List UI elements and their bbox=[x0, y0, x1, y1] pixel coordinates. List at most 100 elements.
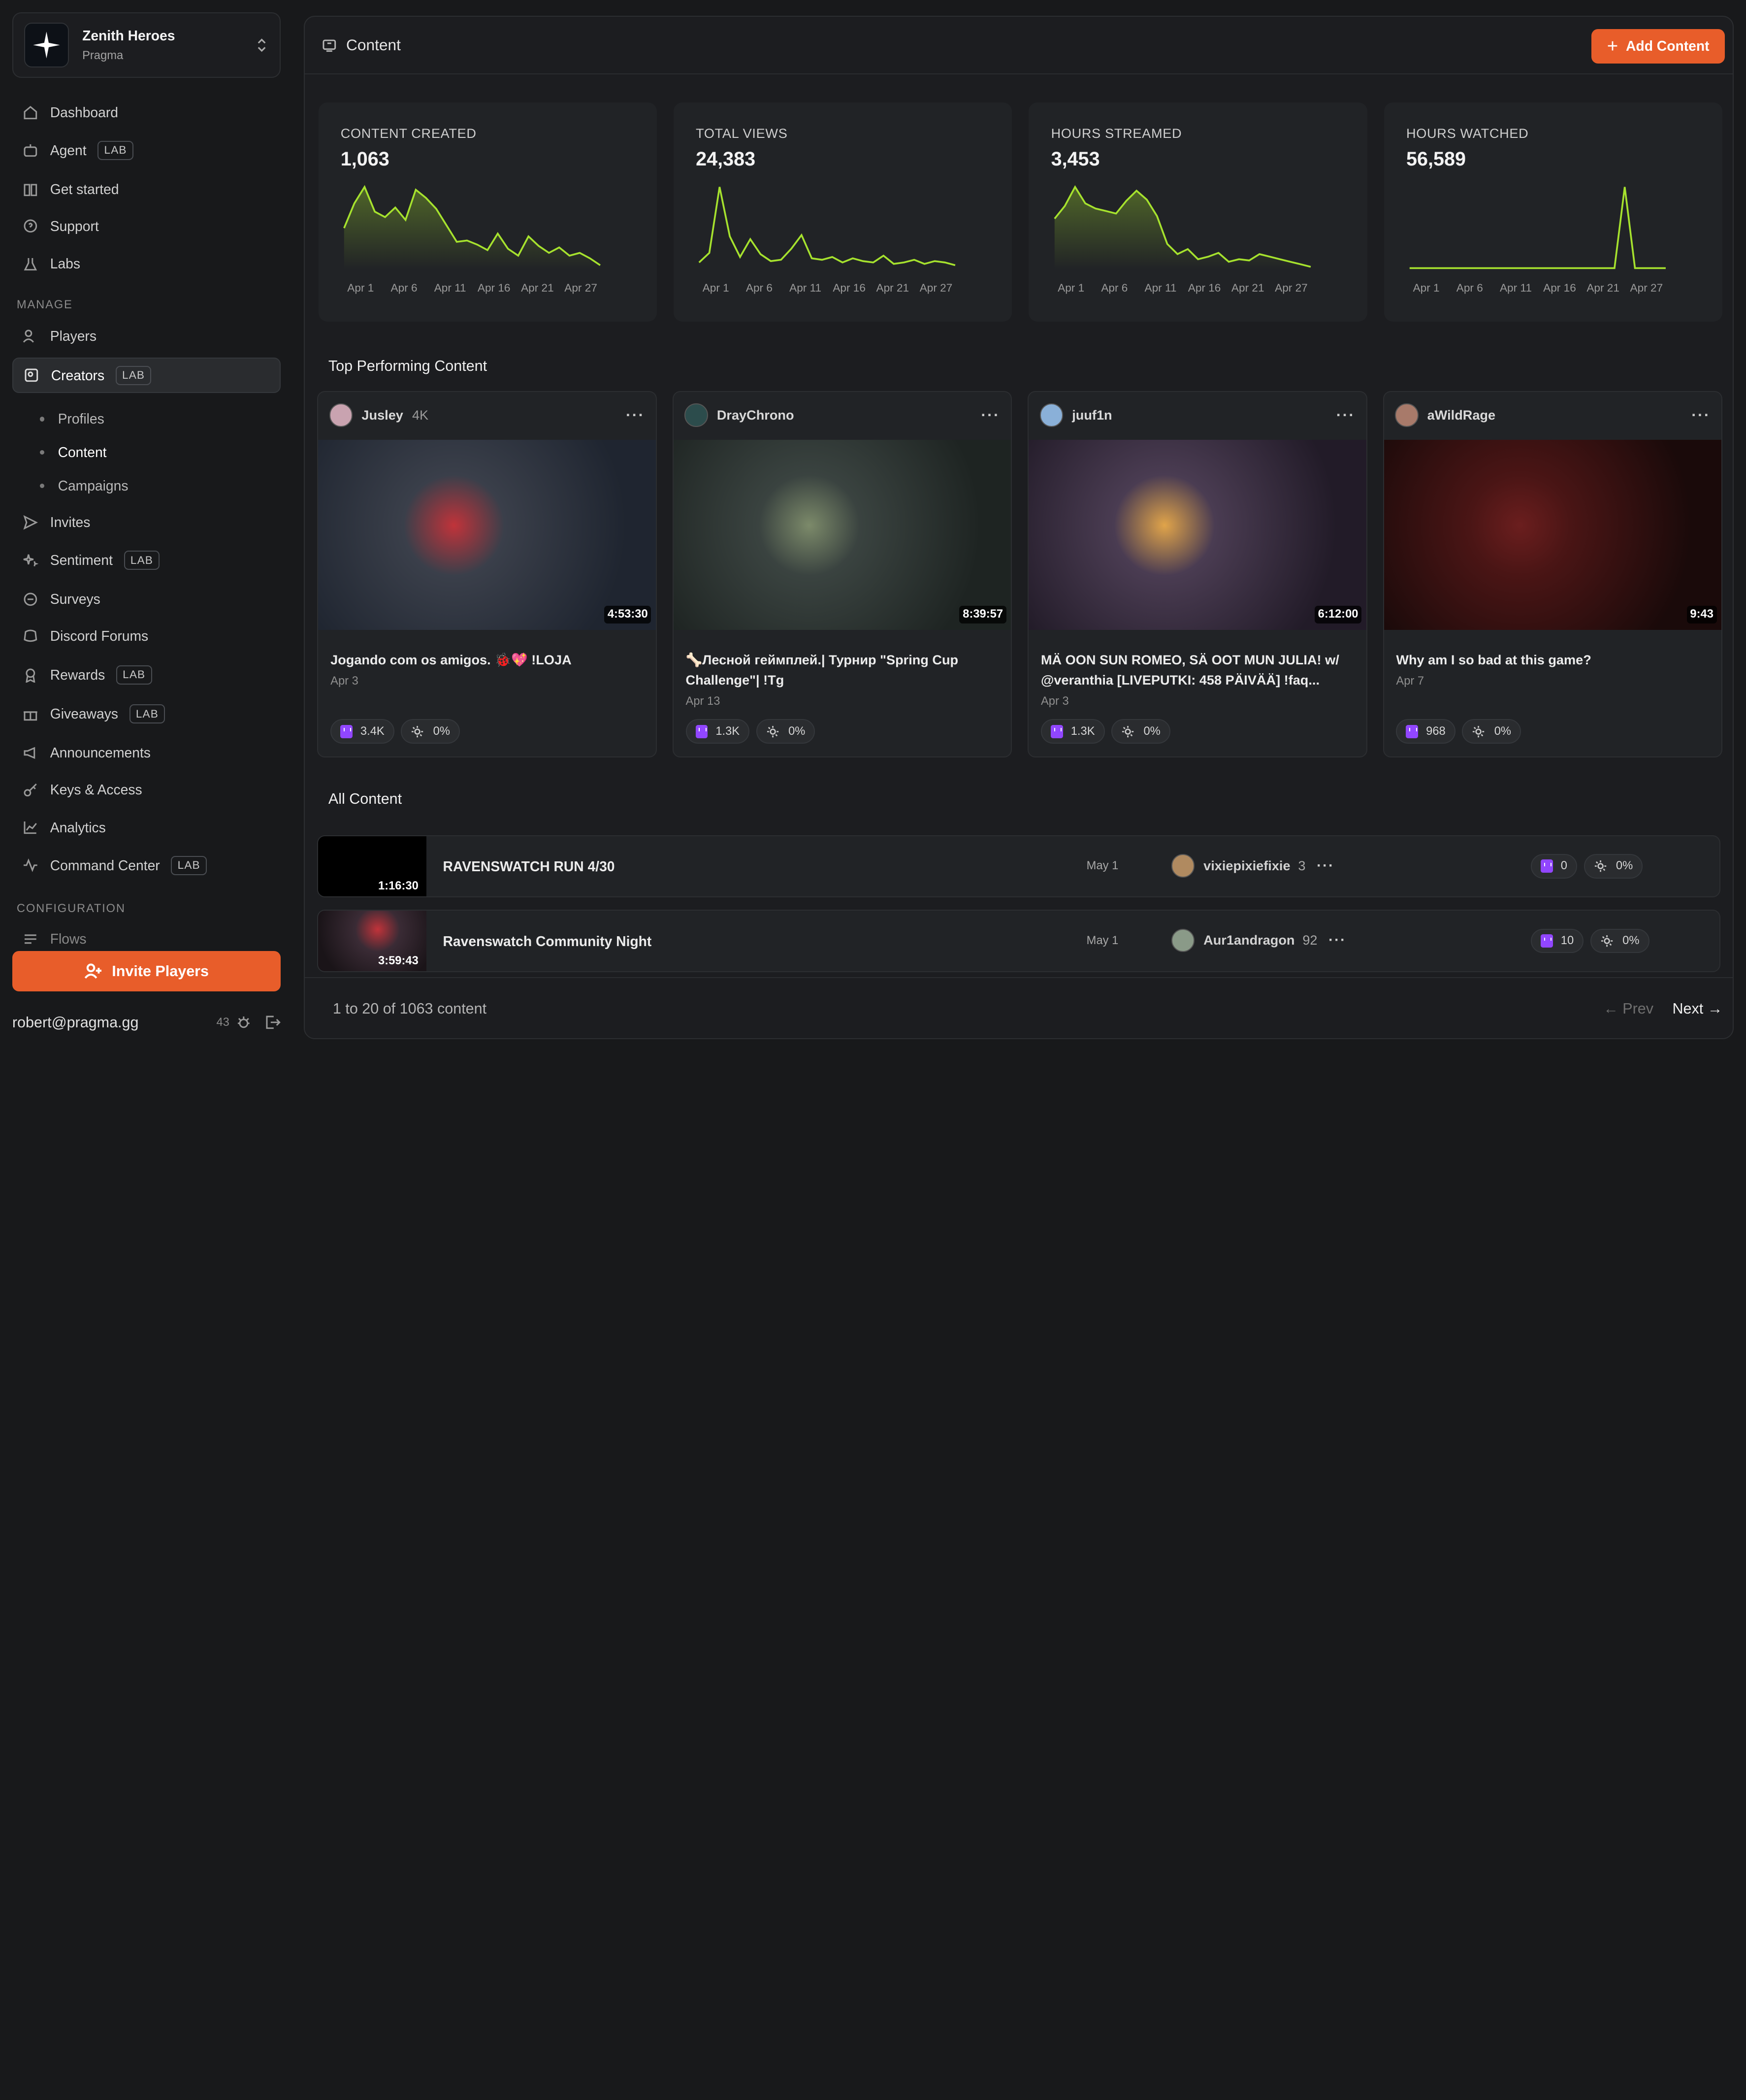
sidebar-item-label: Announcements bbox=[50, 745, 151, 761]
content-title[interactable]: MÄ OON SUN ROMEO, SÄ OOT MUN JULIA! w/ @… bbox=[1041, 650, 1354, 690]
content-card[interactable]: juuf1n ··· 6:12:00 MÄ OON SUN ROMEO, SÄ … bbox=[1028, 391, 1367, 757]
lab-badge: LAB bbox=[97, 140, 133, 160]
more-options-icon[interactable]: ··· bbox=[1691, 406, 1710, 424]
add-content-button[interactable]: + Add Content bbox=[1591, 29, 1725, 64]
creator-name[interactable]: juuf1n bbox=[1072, 407, 1112, 423]
chart-tick-label: Apr 21 bbox=[876, 281, 909, 294]
add-content-label: Add Content bbox=[1626, 38, 1710, 54]
prev-button[interactable]: ← Prev bbox=[1603, 1000, 1653, 1017]
sidebar-item-giveaways[interactable]: Giveaways LAB bbox=[12, 696, 281, 731]
invite-players-button[interactable]: Invite Players bbox=[12, 951, 281, 991]
sidebar-item-surveys[interactable]: Surveys bbox=[12, 582, 281, 617]
row-creator: vixiepixiefixie 3 ··· bbox=[1171, 854, 1335, 878]
sidebar-subitem-label: Content bbox=[58, 444, 107, 460]
sidebar-item-agent[interactable]: Agent LAB bbox=[12, 132, 281, 168]
sidebar-item-creators[interactable]: Creators LAB bbox=[12, 357, 281, 394]
sidebar-item-announcements[interactable]: Announcements bbox=[12, 735, 281, 771]
engagement-pill: 0% bbox=[1111, 719, 1170, 744]
more-options-icon[interactable]: ··· bbox=[1336, 406, 1355, 424]
workspace-switcher[interactable]: Zenith Heroes Pragma bbox=[12, 12, 281, 78]
twitch-icon bbox=[1541, 859, 1553, 873]
table-row[interactable]: 3:59:43 Ravenswatch Community Night May … bbox=[317, 910, 1720, 973]
chart-tick-label: Apr 16 bbox=[1543, 281, 1576, 294]
creator-avatar bbox=[1171, 854, 1195, 878]
configuration-section-label: CONFIGURATION bbox=[16, 902, 126, 915]
chart-x-ticks: Apr 1 Apr 6 Apr 11 Apr 16 Apr 21 Apr 27 bbox=[703, 282, 992, 297]
sidebar-item-get-started[interactable]: Get started bbox=[12, 171, 281, 207]
sidebar-item-sentiment[interactable]: Sentiment LAB bbox=[12, 542, 281, 578]
chart-tick-label: Apr 16 bbox=[477, 281, 511, 294]
sidebar: Zenith Heroes Pragma Dashboard Agent LAB… bbox=[0, 0, 294, 1050]
chart-tick-label: Apr 11 bbox=[789, 281, 822, 294]
next-button[interactable]: Next → bbox=[1672, 1000, 1722, 1017]
views-pill: 10 bbox=[1531, 928, 1584, 953]
lab-badge: LAB bbox=[129, 704, 165, 724]
sidebar-item-players[interactable]: Players bbox=[12, 319, 281, 354]
content-card[interactable]: aWildRage ··· 9:43 Why am I so bad at th… bbox=[1383, 391, 1723, 757]
video-thumbnail[interactable]: 8:39:57 bbox=[673, 439, 1011, 630]
content-title[interactable]: Jogando com os amigos. 🐞💖 !LOJA bbox=[330, 650, 644, 670]
sidebar-item-keys-access[interactable]: Keys & Access bbox=[12, 772, 281, 807]
bug-icon[interactable] bbox=[236, 1015, 252, 1030]
row-title[interactable]: Ravenswatch Community Night bbox=[443, 933, 652, 950]
sidebar-item-label: Support bbox=[50, 218, 99, 234]
creator-name[interactable]: Aur1andragon bbox=[1203, 932, 1294, 948]
row-thumbnail[interactable]: 1:16:30 bbox=[318, 836, 426, 897]
sidebar-item-label: Surveys bbox=[50, 591, 100, 607]
more-options-icon[interactable]: ··· bbox=[1328, 932, 1346, 949]
more-options-icon[interactable]: ··· bbox=[1317, 857, 1334, 874]
sidebar-item-label: Players bbox=[50, 328, 97, 344]
creator-avatar bbox=[1171, 928, 1195, 952]
views-count: 1.3K bbox=[1070, 724, 1095, 738]
chevron-up-down-icon bbox=[258, 38, 266, 52]
logout-icon[interactable] bbox=[265, 1015, 281, 1030]
megaphone-icon bbox=[22, 745, 39, 761]
video-thumbnail[interactable]: 6:12:00 bbox=[1029, 439, 1366, 630]
sidebar-item-labs[interactable]: Labs bbox=[12, 246, 281, 282]
chart-tick-label: Apr 27 bbox=[564, 281, 597, 294]
sidebar-item-support[interactable]: Support bbox=[12, 208, 281, 244]
sidebar-item-analytics[interactable]: Analytics bbox=[12, 810, 281, 845]
row-title[interactable]: RAVENSWATCH RUN 4/30 bbox=[443, 858, 615, 875]
content-icon bbox=[323, 39, 336, 52]
sidebar-item-discord-forums[interactable]: Discord Forums bbox=[12, 618, 281, 654]
activity-icon bbox=[22, 857, 39, 874]
creator-count: 3 bbox=[1298, 857, 1306, 873]
chart-series-line bbox=[698, 187, 956, 266]
sidebar-item-label: Flows bbox=[50, 930, 87, 947]
engagement-pill: 0% bbox=[1462, 719, 1521, 744]
sparkline-chart bbox=[343, 185, 601, 269]
chart-tick-label: Apr 1 bbox=[1058, 281, 1085, 294]
row-thumbnail[interactable]: 3:59:43 bbox=[318, 911, 426, 972]
sidebar-item-command-center[interactable]: Command Center LAB bbox=[12, 848, 281, 883]
more-options-icon[interactable]: ··· bbox=[626, 406, 645, 424]
twitch-icon bbox=[695, 724, 708, 738]
views-count: 3.4K bbox=[360, 724, 385, 738]
sidebar-item-invites[interactable]: Invites bbox=[12, 504, 281, 540]
sidebar-subitem-campaigns[interactable]: Campaigns bbox=[40, 478, 128, 494]
creator-name[interactable]: DrayChrono bbox=[717, 407, 794, 423]
video-thumbnail[interactable]: 4:53:30 bbox=[318, 439, 656, 630]
sidebar-subitem-content[interactable]: Content bbox=[40, 444, 107, 460]
content-card[interactable]: Jusley 4K ··· 4:53:30 Jogando com os ami… bbox=[317, 391, 657, 757]
content-title[interactable]: Why am I so bad at this game? bbox=[1396, 650, 1709, 670]
bullet-icon bbox=[40, 450, 45, 455]
chart-line-icon bbox=[22, 819, 39, 836]
more-options-icon[interactable]: ··· bbox=[981, 406, 1000, 424]
sidebar-subitem-profiles[interactable]: Profiles bbox=[40, 411, 104, 427]
content-card[interactable]: DrayChrono ··· 8:39:57 🦴Лесной геймплей.… bbox=[672, 391, 1012, 757]
sidebar-item-rewards[interactable]: Rewards LAB bbox=[12, 657, 281, 692]
chart-tick-label: Apr 6 bbox=[1101, 281, 1128, 294]
creator-name[interactable]: Jusley bbox=[361, 407, 403, 423]
creator-name[interactable]: vixiepixiefixie bbox=[1203, 858, 1290, 874]
views-pill: 3.4K bbox=[330, 719, 394, 744]
content-title[interactable]: 🦴Лесной геймплей.| Турнир "Spring Cup Ch… bbox=[686, 650, 999, 690]
sidebar-item-dashboard[interactable]: Dashboard bbox=[12, 95, 281, 130]
views-count: 0 bbox=[1560, 859, 1567, 873]
video-thumbnail[interactable]: 9:43 bbox=[1384, 439, 1722, 630]
top-content-heading: Top Performing Content bbox=[328, 357, 487, 374]
award-icon bbox=[22, 667, 39, 684]
table-row[interactable]: 1:16:30 RAVENSWATCH RUN 4/30 May 1 vixie… bbox=[317, 835, 1720, 898]
creator-name[interactable]: aWildRage bbox=[1427, 407, 1495, 423]
engagement-pill: 0% bbox=[1584, 854, 1643, 879]
